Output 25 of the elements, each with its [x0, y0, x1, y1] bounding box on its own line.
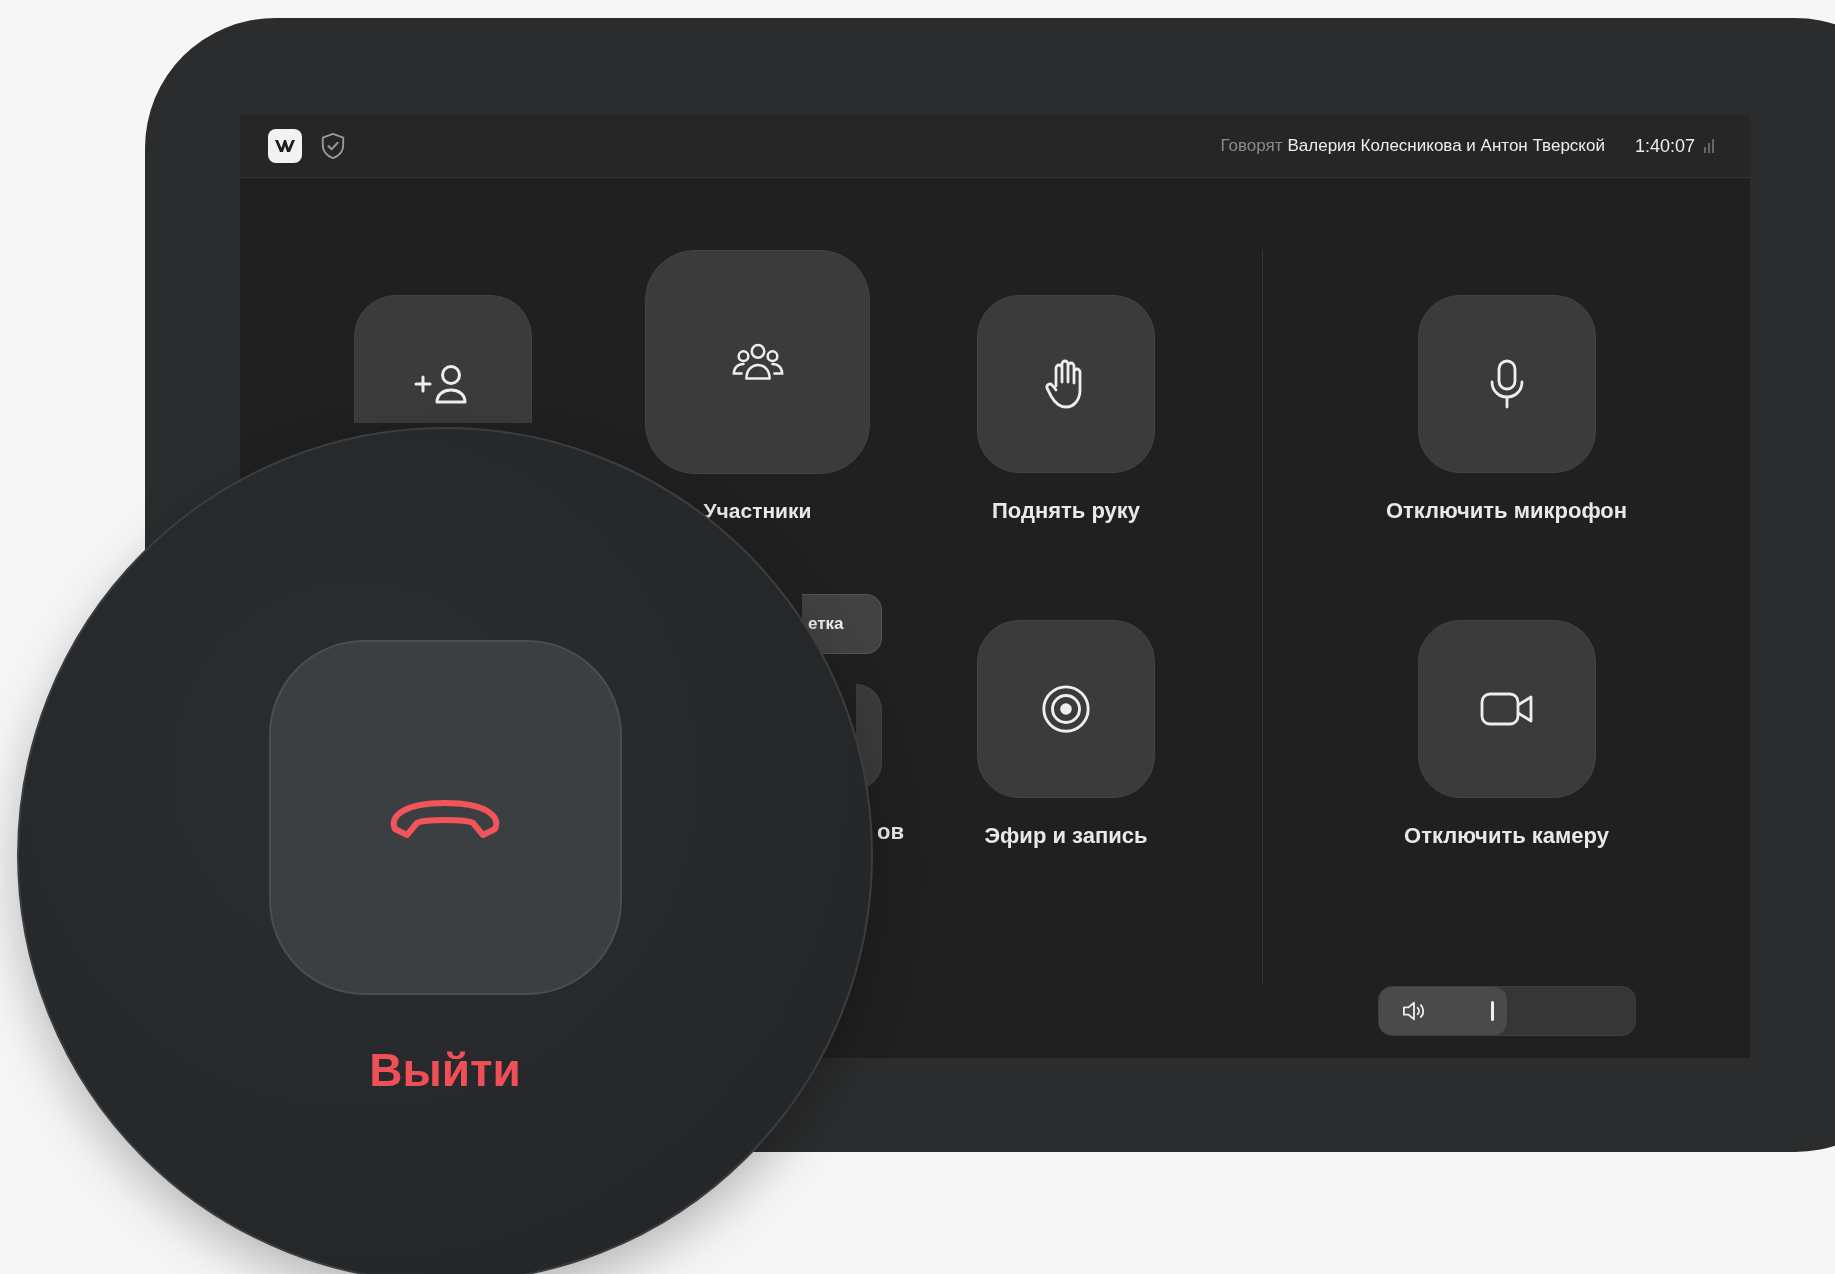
volume-slider[interactable]: [1377, 986, 1636, 1036]
button-label: Отключить микрофон: [1385, 498, 1628, 524]
camera-button[interactable]: [1417, 620, 1596, 798]
button-label: Отключить камеру: [1404, 823, 1609, 849]
shield-icon: [320, 132, 346, 160]
leave-label: Выйти: [369, 1043, 521, 1097]
participants-button[interactable]: [645, 250, 870, 474]
button-label: Поднять руку: [991, 498, 1141, 524]
vk-logo-icon: [268, 129, 302, 163]
button-label: ов: [877, 819, 904, 845]
speaker-names: Валерия Колесникова и Антон Тверской: [1287, 136, 1605, 156]
speaking-label: Говорят: [1220, 136, 1283, 156]
broadcast-button[interactable]: [977, 620, 1155, 798]
slider-handle[interactable]: [1490, 1001, 1494, 1021]
button-label: Эфир и запись: [984, 823, 1148, 849]
leave-call-button[interactable]: [268, 640, 622, 995]
raise-hand-button[interactable]: [977, 295, 1155, 473]
microphone-button[interactable]: [1417, 295, 1596, 473]
button-label: Участники: [703, 499, 812, 523]
call-timer: 1:40:07: [1634, 135, 1695, 157]
add-participant-button[interactable]: [353, 295, 532, 423]
signal-icon: [1703, 139, 1715, 153]
record-target-icon: [1039, 682, 1093, 736]
layout-button[interactable]: етка: [802, 594, 882, 654]
speaker-icon: [1400, 1000, 1427, 1022]
